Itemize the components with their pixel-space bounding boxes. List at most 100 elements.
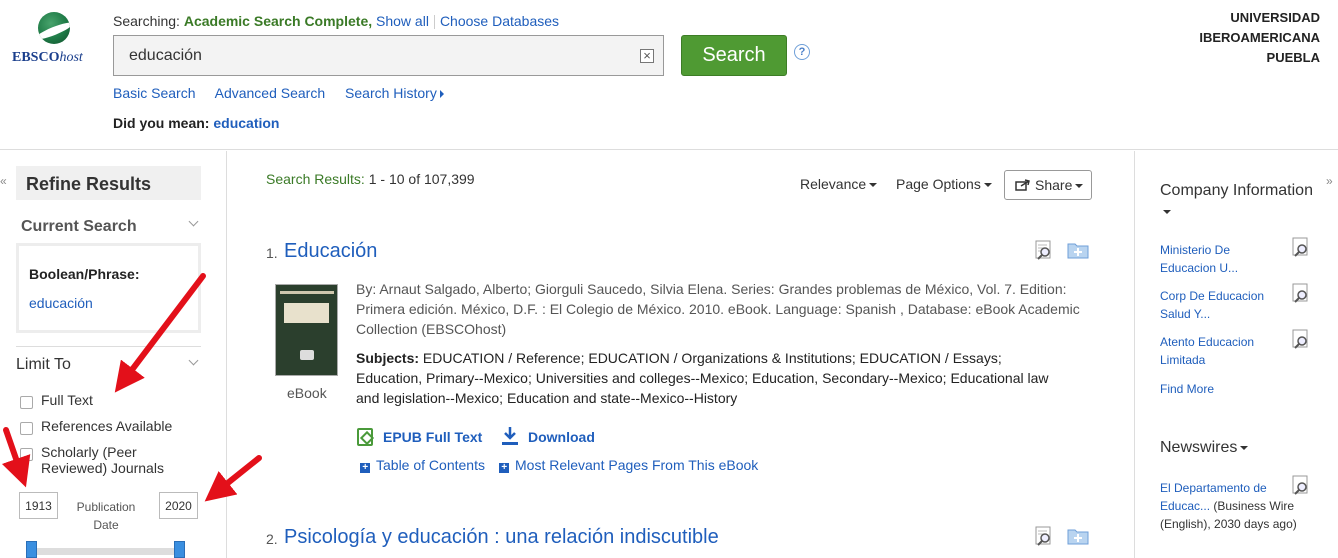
collapse-left-icon[interactable]: «: [0, 174, 7, 188]
download-icon: [502, 427, 518, 445]
chevron-down-icon[interactable]: [188, 355, 199, 366]
search-button[interactable]: Search: [681, 35, 787, 76]
search-history-link[interactable]: Search History: [345, 85, 444, 101]
preview-icon[interactable]: [1290, 328, 1312, 350]
add-to-folder-icon[interactable]: [1067, 525, 1089, 547]
institution-line: UNIVERSIDAD: [1230, 10, 1320, 25]
preview-icon[interactable]: [1033, 525, 1055, 547]
newswire-item: El Departamento de Educac... (Business W…: [1160, 479, 1310, 533]
preview-icon[interactable]: [1290, 282, 1312, 304]
show-all-link[interactable]: Show all: [376, 13, 429, 29]
epub-label: EPUB Full Text: [383, 429, 483, 445]
company-link[interactable]: Corp De Educacion Salud Y...: [1160, 287, 1275, 323]
did-you-mean: Did you mean: education: [113, 115, 279, 131]
page-options-label: Page Options: [896, 176, 981, 192]
result-number: 2.: [266, 531, 278, 547]
date-slider-handle-end[interactable]: [174, 541, 185, 558]
current-search-box: Boolean/Phrase: educación: [16, 243, 201, 333]
database-name: Academic Search Complete,: [183, 13, 373, 29]
globe-icon: [38, 12, 70, 44]
clear-icon[interactable]: ×: [640, 49, 654, 63]
date-slider-handle-start[interactable]: [26, 541, 37, 558]
newswires-heading[interactable]: Newswires: [1160, 439, 1249, 457]
toc-label: Table of Contents: [376, 457, 485, 473]
company-link[interactable]: Atento Educacion Limitada: [1160, 333, 1275, 369]
result-title-link[interactable]: Psicología y educación : una relación in…: [284, 526, 719, 549]
table-of-contents-link[interactable]: + Table of Contents: [360, 457, 485, 473]
search-history-label: Search History: [345, 85, 437, 101]
choose-databases-link[interactable]: Choose Databases: [440, 13, 559, 29]
institution-name: UNIVERSIDAD IBEROAMERICANA PUEBLA: [1199, 8, 1320, 68]
epub-full-text-link[interactable]: EPUB Full Text: [357, 428, 482, 446]
mrp-label: Most Relevant Pages From This eBook: [515, 457, 759, 473]
logo-suffix-text: host: [59, 50, 83, 65]
search-nav: Basic Search Advanced Search Search Hist…: [113, 85, 460, 101]
full-text-checkbox[interactable]: [20, 396, 33, 409]
divider: [1134, 151, 1135, 558]
company-information-heading[interactable]: Company Information: [1160, 182, 1313, 200]
download-link[interactable]: Download: [500, 426, 595, 446]
logo-main-text: EBSCO: [12, 50, 60, 65]
share-icon: [1015, 179, 1030, 191]
red-arrow: [204, 455, 262, 502]
search-input[interactable]: [114, 36, 634, 75]
scholarly-label: Scholarly (Peer Reviewed) Journals: [41, 444, 164, 476]
find-more-link[interactable]: Find More: [1160, 380, 1275, 398]
chevron-down-icon[interactable]: [188, 216, 199, 227]
institution-line: IBEROAMERICANA: [1199, 30, 1320, 45]
results-label: Search Results:: [266, 171, 365, 187]
did-you-mean-label: Did you mean:: [113, 115, 210, 131]
triangle-right-icon: [439, 90, 444, 99]
advanced-search-link[interactable]: Advanced Search: [215, 85, 326, 101]
caret-down-icon: [1075, 184, 1084, 189]
subjects-label: Subjects:: [356, 350, 420, 366]
most-relevant-pages-link[interactable]: + Most Relevant Pages From This eBook: [499, 457, 758, 473]
caret-down-icon: [1240, 445, 1249, 450]
share-button[interactable]: Share: [1004, 170, 1092, 200]
result-title-link[interactable]: Educación: [284, 240, 377, 263]
results-range: 1 - 10 of 107,399: [368, 171, 475, 187]
relevance-dropdown[interactable]: Relevance: [800, 176, 878, 192]
expand-icon: +: [360, 463, 370, 473]
caret-down-icon[interactable]: [1163, 210, 1171, 214]
preview-icon[interactable]: [1290, 474, 1312, 496]
page-options-dropdown[interactable]: Page Options: [896, 176, 992, 192]
result-number: 1.: [266, 245, 278, 261]
ebscohost-logo[interactable]: EBSCOhost: [12, 12, 96, 72]
basic-search-link[interactable]: Basic Search: [113, 85, 195, 101]
boolean-phrase-value[interactable]: educación: [29, 295, 93, 311]
header: EBSCOhost Searching: Academic Search Com…: [0, 0, 1338, 150]
divider: [16, 346, 201, 347]
add-to-folder-icon[interactable]: [1067, 239, 1089, 261]
download-label: Download: [528, 429, 595, 445]
did-you-mean-link[interactable]: education: [213, 115, 279, 131]
newswires-label: Newswires: [1160, 439, 1238, 456]
refine-results-title: Refine Results: [16, 166, 201, 200]
preview-icon[interactable]: [1033, 239, 1055, 261]
epub-icon: [357, 428, 373, 446]
collapse-right-icon[interactable]: »: [1326, 174, 1333, 188]
results-count: Search Results: 1 - 10 of 107,399: [266, 171, 475, 187]
year-from-input[interactable]: [19, 492, 58, 519]
references-available-label: References Available: [41, 418, 173, 434]
publication-date-label: Publication Date: [76, 500, 136, 532]
searching-label: Searching:: [113, 13, 180, 29]
current-search-heading[interactable]: Current Search: [21, 218, 137, 236]
date-slider-track[interactable]: [30, 548, 182, 555]
share-label: Share: [1035, 177, 1073, 193]
company-link[interactable]: Ministerio De Educacion U...: [1160, 241, 1275, 277]
publication-type-label: eBook: [287, 385, 327, 401]
relevance-label: Relevance: [800, 176, 867, 192]
references-available-checkbox[interactable]: [20, 422, 33, 435]
book-cover-thumbnail[interactable]: [275, 284, 338, 376]
scholarly-checkbox[interactable]: [20, 448, 33, 461]
caret-down-icon: [869, 183, 878, 188]
year-to-input[interactable]: [159, 492, 198, 519]
result-subjects: Subjects: EDUCATION / Reference; EDUCATI…: [356, 348, 1056, 408]
limit-to-heading[interactable]: Limit To: [16, 356, 71, 374]
preview-icon[interactable]: [1290, 236, 1312, 258]
help-icon[interactable]: ?: [794, 44, 810, 60]
database-line: Searching: Academic Search Complete, Sho…: [113, 13, 559, 30]
boolean-phrase-label: Boolean/Phrase:: [29, 266, 140, 282]
full-text-label: Full Text: [41, 392, 93, 408]
